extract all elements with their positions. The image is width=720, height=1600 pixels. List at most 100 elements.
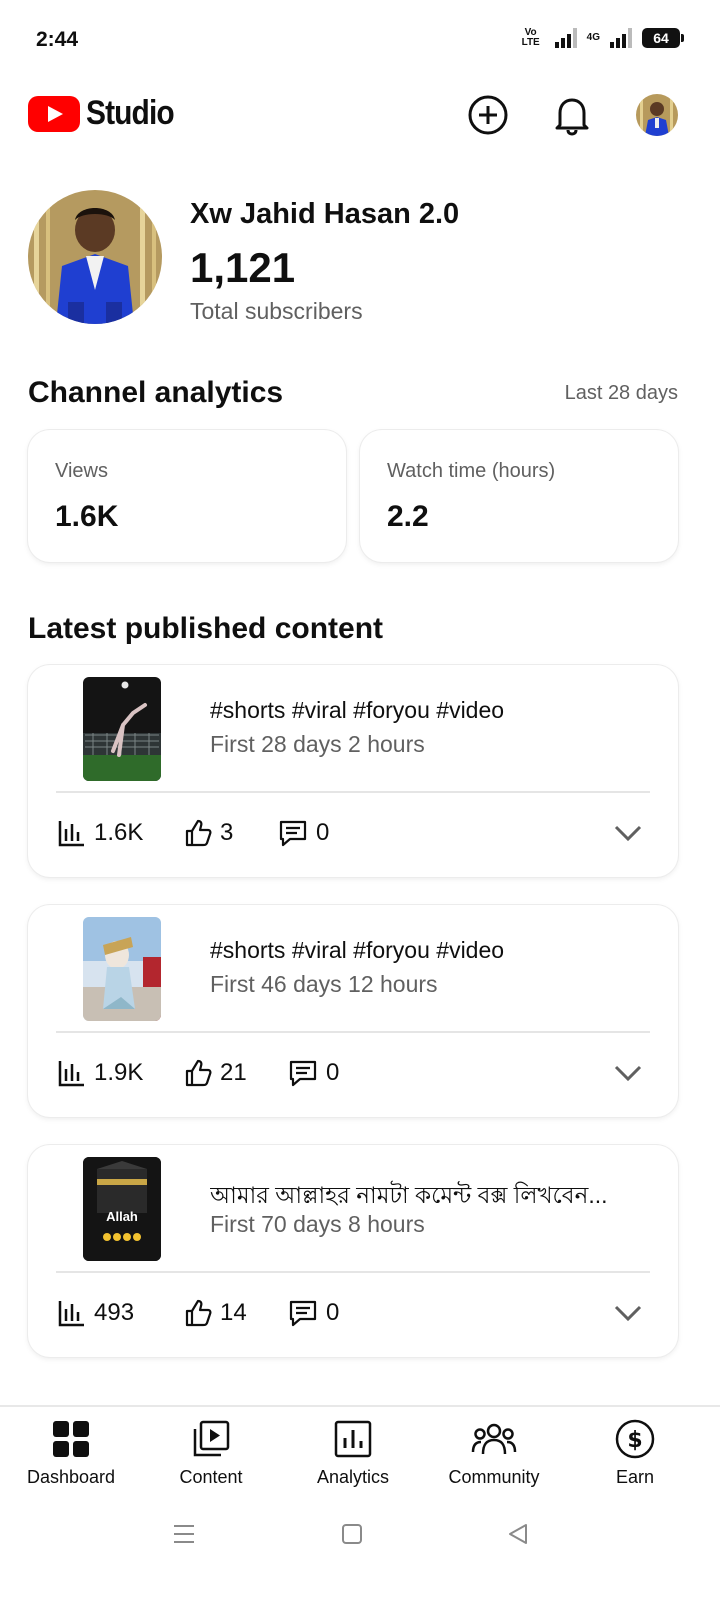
video-period: First 46 days 12 hours — [210, 971, 438, 997]
thumbs-up-icon — [185, 1059, 212, 1087]
youtube-studio-app: 2:44 Vo LTE 4G 64 Studio Xw Jahid Hasan … — [0, 0, 720, 1600]
comments-count: 0 — [326, 1059, 340, 1086]
system-nav-bar — [0, 1500, 720, 1600]
account-avatar[interactable] — [636, 94, 678, 136]
views-count: 1.6K — [94, 819, 144, 846]
content-icon — [193, 1420, 230, 1457]
nav-label: Content — [179, 1467, 243, 1487]
status-icons: Vo LTE 4G 64 — [517, 27, 684, 48]
views-metric: 493 — [58, 1299, 134, 1327]
views-label: Views — [55, 460, 108, 482]
nav-label: Dashboard — [26, 1467, 116, 1487]
card-divider — [56, 1271, 650, 1273]
video-period: First 70 days 8 hours — [210, 1211, 425, 1237]
analytics-icon — [334, 1420, 372, 1458]
back-triangle-icon — [509, 1524, 527, 1544]
analytics-title: Channel analytics — [28, 376, 284, 409]
comment-icon — [289, 1060, 317, 1087]
video-thumbnail[interactable] — [83, 677, 161, 781]
dashboard-icon — [53, 1421, 89, 1457]
status-bar: 2:44 Vo LTE 4G 64 — [0, 0, 720, 80]
app-header: Studio — [0, 80, 720, 150]
video-title: #shorts #viral #foryou #video — [210, 937, 505, 963]
home-square-icon — [342, 1524, 362, 1544]
channel-name: Xw Jahid Hasan 2.0 — [190, 198, 460, 230]
card-divider — [56, 1031, 650, 1033]
nav-community[interactable]: Community — [429, 1417, 559, 1488]
views-metric: 1.6K — [58, 819, 143, 847]
analytics-period: Last 28 days — [564, 382, 678, 404]
subscriber-label: Total subscribers — [190, 298, 363, 324]
latest-content-title: Latest published content — [28, 612, 384, 645]
watch-time-card[interactable]: Watch time (hours) 2.2 — [360, 430, 678, 562]
chevron-down-icon[interactable] — [612, 1301, 644, 1325]
network-4g-label: 4G — [586, 32, 600, 43]
subscriber-count: 1,121 — [190, 244, 296, 291]
earn-icon: $ — [615, 1419, 655, 1459]
nav-label: Earn — [615, 1467, 655, 1487]
comments-count: 0 — [326, 1299, 340, 1326]
video-title: #shorts #viral #foryou #video — [210, 697, 505, 723]
views-count: 1.9K — [94, 1059, 144, 1086]
signal-icon — [554, 28, 577, 48]
nav-analytics[interactable]: Analytics — [288, 1417, 418, 1488]
video-thumbnail[interactable] — [83, 917, 161, 1021]
channel-avatar[interactable] — [28, 190, 162, 324]
comment-icon — [289, 1300, 317, 1327]
community-icon — [471, 1423, 517, 1455]
comments-count: 0 — [316, 819, 330, 846]
likes-metric: 14 — [184, 1299, 247, 1327]
nav-earn[interactable]: $ Earn — [570, 1417, 700, 1488]
video-thumbnail[interactable]: Allah — [83, 1157, 161, 1261]
nav-dashboard[interactable]: Dashboard — [6, 1417, 136, 1488]
battery-icon: 64 — [642, 28, 684, 48]
analytics-bars-icon — [58, 1301, 84, 1327]
home-button[interactable] — [328, 1516, 376, 1552]
create-icon — [468, 95, 508, 135]
studio-logo[interactable]: Studio — [28, 94, 186, 133]
volte-label: Vo LTE — [521, 27, 540, 48]
svg-text:$: $ — [627, 1428, 642, 1453]
back-button[interactable] — [494, 1516, 542, 1552]
recent-apps-button[interactable] — [160, 1516, 208, 1552]
views-count: 493 — [94, 1299, 135, 1326]
logo-text: Studio — [86, 94, 175, 132]
thumbs-up-icon — [185, 1299, 212, 1327]
signal-icon-2 — [610, 28, 632, 48]
analytics-bars-icon — [58, 1061, 84, 1087]
chevron-down-icon[interactable] — [612, 821, 644, 845]
content-card[interactable]: #shorts #viral #foryou #video First 28 d… — [28, 665, 678, 877]
notifications-button[interactable] — [549, 92, 595, 138]
comments-metric: 0 — [288, 1299, 339, 1327]
youtube-play-icon — [28, 95, 80, 132]
comments-metric: 0 — [278, 819, 329, 847]
comments-metric: 0 — [288, 1059, 339, 1087]
nav-label: Community — [448, 1467, 540, 1487]
likes-metric: 3 — [184, 819, 233, 847]
analytics-bars-icon — [58, 821, 84, 847]
video-period: First 28 days 2 hours — [210, 731, 425, 757]
comment-icon — [279, 820, 307, 847]
views-metric: 1.9K — [58, 1059, 143, 1087]
thumbnail-caption: Allah — [106, 1209, 138, 1224]
bell-icon — [555, 98, 589, 136]
chevron-down-icon[interactable] — [612, 1061, 644, 1085]
menu-icon — [174, 1525, 194, 1543]
create-button[interactable] — [465, 92, 511, 138]
likes-count: 3 — [220, 819, 234, 846]
views-card[interactable]: Views 1.6K — [28, 430, 346, 562]
status-time: 2:44 — [36, 28, 79, 51]
thumbs-up-icon — [185, 819, 212, 847]
content-card[interactable]: #shorts #viral #foryou #video First 46 d… — [28, 905, 678, 1117]
likes-count: 21 — [220, 1059, 247, 1086]
channel-summary: Xw Jahid Hasan 2.0 1,121 Total subscribe… — [0, 190, 720, 330]
card-divider — [56, 791, 650, 793]
watch-time-value: 2.2 — [387, 500, 429, 533]
views-value: 1.6K — [55, 500, 119, 533]
likes-count: 14 — [220, 1299, 247, 1326]
nav-label: Analytics — [316, 1467, 390, 1487]
content-card[interactable]: Allah আমার আল্লাহর নামটা কমেন্ট বক্স লিখ… — [28, 1145, 678, 1357]
nav-content[interactable]: Content — [146, 1417, 276, 1488]
analytics-header: Channel analytics Last 28 days — [28, 376, 678, 416]
likes-metric: 21 — [184, 1059, 247, 1087]
